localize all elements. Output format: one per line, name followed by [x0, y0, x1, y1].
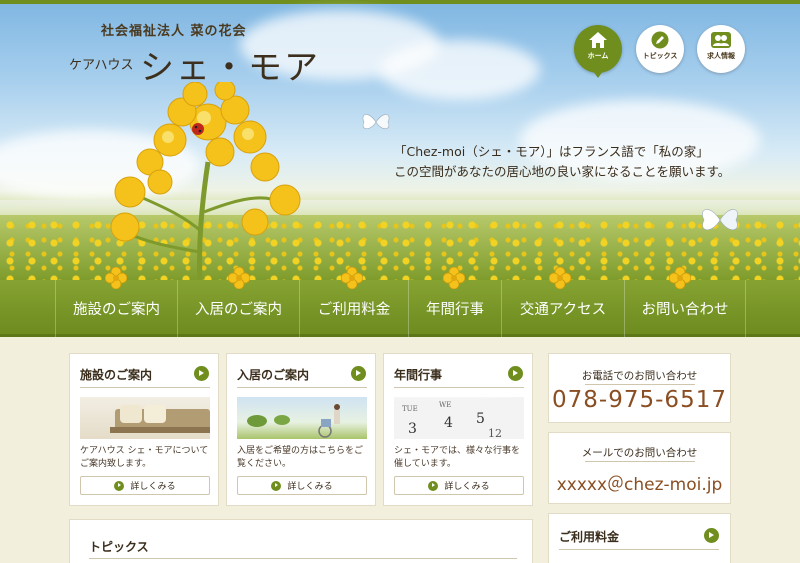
contact-phone-panel: お電話でのお問い合わせ 078-975-6517	[548, 353, 731, 423]
arrow-right-icon	[114, 480, 125, 491]
divider	[559, 549, 719, 550]
rapeseed-flower-illustration	[110, 82, 301, 280]
butterfly-icon	[362, 114, 390, 130]
people-icon	[711, 32, 731, 48]
calendar-photo: TUE WE 3 4 5 12	[394, 397, 524, 439]
fee-title: ご利用料金	[559, 530, 620, 544]
nav-item-label: ご利用料金	[317, 302, 391, 318]
more-button-label: 詳しくみる	[444, 482, 490, 492]
flower-icon	[549, 267, 571, 289]
phone-contact-label: お電話でのお問い合わせ	[581, 370, 698, 382]
more-button[interactable]: 詳しくみる	[394, 476, 524, 495]
flower-icon	[669, 267, 691, 289]
mail-contact-label: メールでのお問い合わせ	[581, 447, 698, 459]
nav-circle-recruit[interactable]: 求人情報	[697, 25, 745, 73]
butterfly-icon	[702, 209, 738, 231]
divider	[585, 461, 695, 462]
svg-text:WE: WE	[439, 401, 451, 409]
park-photo	[237, 397, 367, 439]
info-card-facility: 施設のご案内 ケアハウス シェ・モアについてご案内致します。 詳しくみる	[69, 353, 219, 506]
home-icon	[589, 32, 607, 48]
nav-item-label: 入居のご案内	[195, 302, 282, 318]
svg-text:TUE: TUE	[402, 405, 418, 413]
arrow-right-icon	[428, 480, 439, 491]
catch-line-2: この空間があなたの居心地の良い家になることを願います。	[394, 164, 731, 179]
sofa-photo	[80, 397, 210, 439]
topics-panel: トピックス	[69, 519, 533, 563]
divider	[80, 387, 210, 388]
card-title: 年間行事	[394, 368, 443, 382]
topics-title: トピックス	[89, 540, 149, 554]
nav-item-label: 交通アクセス	[519, 302, 607, 318]
card-title: 施設のご案内	[80, 368, 153, 382]
fee-panel: ご利用料金	[548, 513, 731, 563]
catch-copy: 「Chez-moi（シェ・モア）」はフランス語で「私の家」 この空間があなたの居…	[394, 142, 730, 182]
contact-mail-panel: メールでのお問い合わせ xxxxx＠chez-moi.jp	[548, 432, 731, 504]
cloud	[380, 40, 540, 100]
pencil-icon	[651, 31, 669, 49]
site-logo-text[interactable]: シェ・モア	[140, 40, 320, 89]
more-button[interactable]: 詳しくみる	[80, 476, 210, 495]
hero-banner: 社会福祉法人 菜の花会 ケアハウス シェ・モア 「Chez-moi（シェ・モア）…	[0, 0, 800, 280]
card-text: シェ・モアでは、様々な行事を催しています。	[394, 446, 521, 469]
nav-item-label: 施設のご案内	[73, 302, 160, 318]
flower-icon	[341, 267, 363, 289]
card-title: 入居のご案内	[237, 368, 310, 382]
info-card-admission: 入居のご案内 入居をご希望の方はこちらをご覧ください。 詳しくみる	[226, 353, 376, 506]
organization-name: 社会福祉法人 菜の花会	[101, 24, 247, 39]
divider	[237, 387, 367, 388]
nav-item-label: 年間行事	[426, 302, 484, 318]
nav-item-label: お問い合わせ	[641, 302, 729, 318]
nav-circle-label: トピックス	[642, 52, 678, 60]
svg-text:5: 5	[476, 411, 485, 427]
svg-text:4: 4	[444, 415, 453, 431]
divider	[585, 384, 695, 385]
divider	[394, 387, 524, 388]
svg-text:12: 12	[488, 427, 502, 439]
nav-circle-topics[interactable]: トピックス	[636, 25, 684, 73]
svg-text:3: 3	[408, 421, 417, 437]
site-subtitle: ケアハウス	[69, 58, 134, 73]
email-address[interactable]: xxxxx＠chez-moi.jp	[549, 470, 730, 495]
arrow-right-icon	[271, 480, 282, 491]
card-text: ケアハウス シェ・モアについてご案内致します。	[80, 446, 209, 469]
card-text: 入居をご希望の方はこちらをご覧ください。	[237, 446, 364, 469]
arrow-right-icon[interactable]	[508, 366, 523, 381]
flower-icon	[228, 267, 250, 289]
nav-circle-label: 求人情報	[707, 52, 735, 60]
top-accent-line	[0, 0, 800, 4]
catch-line-1: 「Chez-moi（シェ・モア）」はフランス語で「私の家」	[394, 144, 709, 159]
nav-circle-label: ホーム	[587, 52, 609, 60]
flower-icon	[105, 267, 127, 289]
more-button-label: 詳しくみる	[130, 482, 176, 492]
info-card-events: 年間行事 TUE WE 3 4 5 12 シェ・モアでは、様々な行事を催していま…	[383, 353, 533, 506]
main-navigation: 施設のご案内 入居のご案内 ご利用料金 年間行事 交通アクセス お問い合わせ	[0, 267, 800, 337]
nav-circle-home[interactable]: ホーム	[574, 25, 622, 78]
flower-icon	[443, 267, 465, 289]
more-button-label: 詳しくみる	[287, 482, 333, 492]
phone-number[interactable]: 078-975-6517	[549, 387, 730, 413]
arrow-right-icon[interactable]	[194, 366, 209, 381]
more-button[interactable]: 詳しくみる	[237, 476, 367, 495]
divider	[89, 558, 517, 559]
arrow-right-icon[interactable]	[704, 528, 719, 543]
arrow-right-icon[interactable]	[351, 366, 366, 381]
